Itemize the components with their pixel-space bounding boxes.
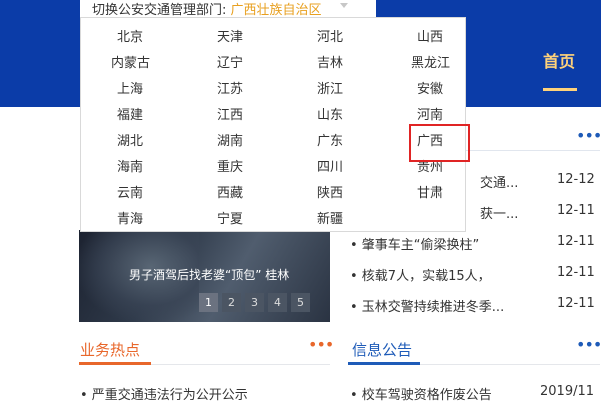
- selection-highlight-box: [409, 124, 470, 162]
- news-item-5[interactable]: • 玉林交警持续推进冬季...: [350, 296, 504, 315]
- nav-home-underline: [543, 88, 577, 91]
- nav-home[interactable]: 首页: [543, 48, 575, 72]
- province-option[interactable]: 江西: [217, 104, 243, 123]
- slider-page-4[interactable]: 4: [268, 293, 287, 312]
- province-option[interactable]: 重庆: [217, 156, 243, 175]
- department-switch-label[interactable]: 切换公安交通管理部门: 广西壮族自治区: [92, 0, 322, 18]
- slider-page-2[interactable]: 2: [222, 293, 241, 312]
- news-date-2: 12-11: [557, 203, 595, 218]
- slider-page-1[interactable]: 1: [199, 293, 218, 312]
- slider-page-3[interactable]: 3: [245, 293, 264, 312]
- slider-pagination: 1 2 3 4 5: [199, 293, 310, 312]
- province-option[interactable]: 海南: [117, 156, 143, 175]
- province-option[interactable]: 山西: [417, 26, 443, 45]
- news-date-5: 12-11: [557, 296, 595, 311]
- section-notice-more-icon[interactable]: •••: [576, 335, 601, 354]
- province-option[interactable]: 西藏: [217, 182, 243, 201]
- province-option[interactable]: 青海: [117, 208, 143, 227]
- province-option[interactable]: 湖南: [217, 130, 243, 149]
- department-switch-prefix: 切换公安交通管理部门:: [92, 3, 227, 18]
- province-option[interactable]: 北京: [117, 26, 143, 45]
- province-option[interactable]: 新疆: [317, 208, 343, 227]
- province-option[interactable]: 云南: [117, 182, 143, 201]
- province-option[interactable]: 陕西: [317, 182, 343, 201]
- province-option[interactable]: 辽宁: [217, 52, 243, 71]
- province-option[interactable]: 河南: [417, 104, 443, 123]
- department-current-value: 广西壮族自治区: [230, 3, 322, 18]
- news-date-1: 12-12: [557, 172, 595, 187]
- province-option[interactable]: 黑龙江: [411, 52, 450, 71]
- section-business-underline: [79, 362, 151, 365]
- province-option[interactable]: 江苏: [217, 78, 243, 97]
- news-more-icon[interactable]: •••: [576, 126, 601, 145]
- notice-item-1[interactable]: • 校车驾驶资格作废公告: [350, 384, 492, 403]
- section-business-more-icon[interactable]: •••: [308, 335, 334, 354]
- chevron-down-icon[interactable]: [340, 3, 348, 8]
- notice-date-1: 2019/11: [540, 384, 595, 399]
- section-notice-underline: [348, 362, 420, 365]
- slider-page-5[interactable]: 5: [291, 293, 310, 312]
- news-slider-image[interactable]: 男子酒驾后找老婆“顶包” 桂林 1 2 3 4 5: [79, 230, 330, 322]
- slider-caption[interactable]: 男子酒驾后找老婆“顶包” 桂林: [129, 266, 329, 283]
- news-date-3: 12-11: [557, 234, 595, 249]
- province-option[interactable]: 湖北: [117, 130, 143, 149]
- province-option[interactable]: 福建: [117, 104, 143, 123]
- news-item-1[interactable]: 交通...: [480, 172, 518, 191]
- province-option[interactable]: 天津: [217, 26, 243, 45]
- news-date-4: 12-11: [557, 265, 595, 280]
- province-option[interactable]: 内蒙古: [111, 52, 150, 71]
- province-option[interactable]: 上海: [117, 78, 143, 97]
- province-option[interactable]: 吉林: [317, 52, 343, 71]
- province-option[interactable]: 河北: [317, 26, 343, 45]
- province-option[interactable]: 浙江: [317, 78, 343, 97]
- province-option[interactable]: 甘肃: [417, 182, 443, 201]
- section-title-notice[interactable]: 信息公告: [352, 339, 412, 360]
- province-option[interactable]: 山东: [317, 104, 343, 123]
- province-option[interactable]: 安徽: [417, 78, 443, 97]
- province-option[interactable]: 宁夏: [217, 208, 243, 227]
- province-option[interactable]: 四川: [317, 156, 343, 175]
- section-title-business[interactable]: 业务热点: [80, 339, 140, 360]
- province-option[interactable]: 广东: [317, 130, 343, 149]
- business-item-1[interactable]: • 严重交通违法行为公开公示: [80, 384, 248, 403]
- news-item-4[interactable]: • 核载7人，实载15人，: [350, 265, 491, 284]
- news-item-2[interactable]: 获一...: [480, 203, 518, 222]
- news-item-3[interactable]: • 肇事车主“偷梁换柱”: [350, 234, 479, 253]
